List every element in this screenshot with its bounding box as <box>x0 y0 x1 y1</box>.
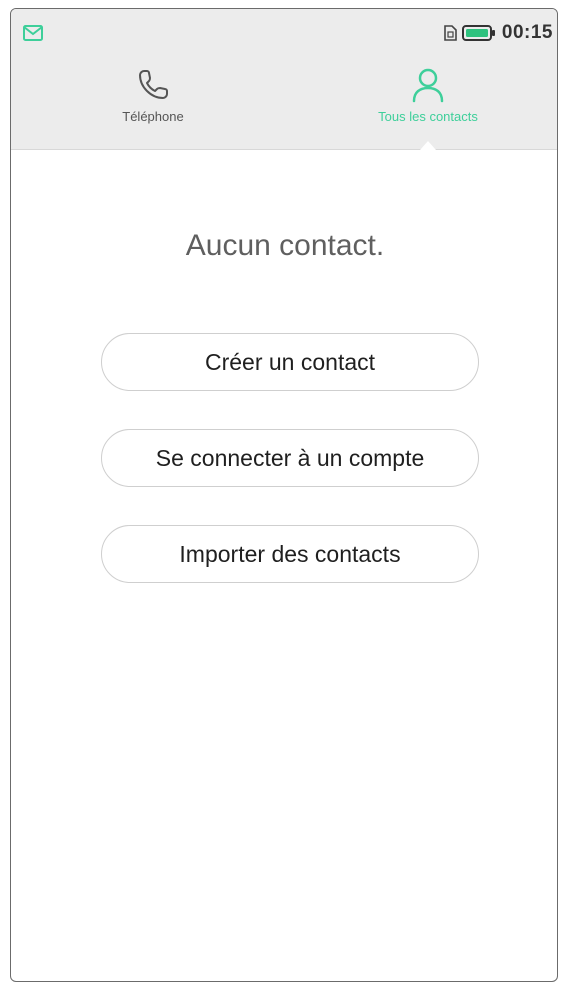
header-area: 00:15 Téléphone Tous les contacts <box>11 9 557 150</box>
battery-icon <box>461 25 495 41</box>
phone-icon <box>139 70 168 99</box>
mail-notification-icon <box>23 25 43 41</box>
empty-state-title: Aucun contact. <box>185 229 385 262</box>
status-bar: 00:15 <box>11 9 557 57</box>
connect-account-button[interactable]: Se connecter à un compte <box>101 429 479 487</box>
sim-card-icon <box>444 25 457 41</box>
create-contact-button[interactable]: Créer un contact <box>101 333 479 391</box>
tab-all-contacts[interactable]: Tous les contacts <box>328 65 528 135</box>
tab-phone[interactable]: Téléphone <box>53 65 253 135</box>
status-bar-right: 00:15 <box>442 21 553 45</box>
person-icon <box>412 68 444 103</box>
status-time: 00:15 <box>501 22 553 43</box>
phone-screen: 00:15 Téléphone Tous les contacts Aucun … <box>10 8 558 982</box>
tab-all-contacts-label: Tous les contacts <box>378 109 478 124</box>
tab-phone-label: Téléphone <box>122 109 184 124</box>
import-contacts-button[interactable]: Importer des contacts <box>101 525 479 583</box>
active-tab-indicator <box>420 141 436 150</box>
